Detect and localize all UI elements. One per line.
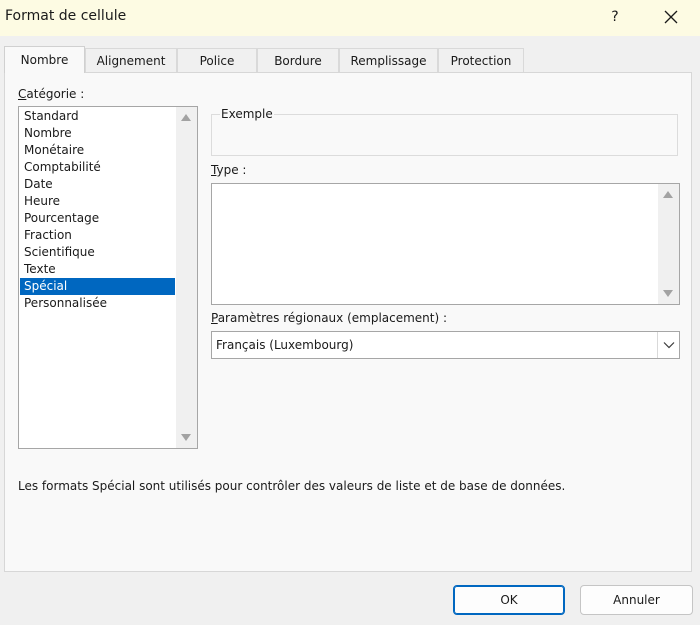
category-item-nombre[interactable]: Nombre xyxy=(20,125,175,142)
tab-nombre[interactable]: Nombre xyxy=(4,46,85,73)
type-label: Type : xyxy=(211,163,247,177)
title-bar: Format de cellule ? xyxy=(0,0,700,36)
scroll-down-arrow-icon[interactable] xyxy=(663,290,673,297)
scroll-down-arrow-icon[interactable] xyxy=(181,434,191,441)
locale-dropdown-button[interactable] xyxy=(657,332,679,358)
ok-button[interactable]: OK xyxy=(453,585,565,615)
category-item-special[interactable]: Spécial xyxy=(20,278,175,295)
scroll-up-arrow-icon[interactable] xyxy=(181,114,191,121)
locale-dropdown[interactable]: Français (Luxembourg) xyxy=(211,331,680,359)
category-item-standard[interactable]: Standard xyxy=(20,108,175,125)
locale-label: Paramètres régionaux (emplacement) : xyxy=(211,311,448,325)
type-list[interactable] xyxy=(211,183,680,305)
type-scrollbar[interactable] xyxy=(658,184,679,304)
tab-strip: Nombre Alignement Police Bordure Remplis… xyxy=(4,46,694,73)
cancel-button[interactable]: Annuler xyxy=(580,585,693,615)
help-button[interactable]: ? xyxy=(600,2,630,32)
example-group xyxy=(211,114,678,156)
category-label: Catégorie : xyxy=(18,87,85,101)
tab-panel-nombre: Catégorie : Standard Nombre Monétaire Co… xyxy=(4,72,692,572)
category-item-pourcentage[interactable]: Pourcentage xyxy=(20,210,175,227)
format-description: Les formats Spécial sont utilisés pour c… xyxy=(18,479,566,493)
close-button[interactable] xyxy=(656,2,686,32)
category-item-heure[interactable]: Heure xyxy=(20,193,175,210)
category-item-personnalisee[interactable]: Personnalisée xyxy=(20,295,175,312)
category-scrollbar[interactable] xyxy=(176,107,197,448)
category-list[interactable]: Standard Nombre Monétaire Comptabilité D… xyxy=(18,106,198,449)
tab-bordure[interactable]: Bordure xyxy=(257,48,339,72)
category-item-scientifique[interactable]: Scientifique xyxy=(20,244,175,261)
category-item-date[interactable]: Date xyxy=(20,176,175,193)
tab-remplissage[interactable]: Remplissage xyxy=(339,48,438,72)
example-label: Exemple xyxy=(220,107,274,121)
tab-police[interactable]: Police xyxy=(177,48,257,72)
dialog-title: Format de cellule xyxy=(5,8,127,24)
locale-value: Français (Luxembourg) xyxy=(216,338,354,352)
scroll-up-arrow-icon[interactable] xyxy=(663,191,673,198)
chevron-down-icon xyxy=(663,342,674,349)
category-item-comptabilite[interactable]: Comptabilité xyxy=(20,159,175,176)
category-item-texte[interactable]: Texte xyxy=(20,261,175,278)
dialog-body: Nombre Alignement Police Bordure Remplis… xyxy=(0,36,700,625)
close-icon xyxy=(664,10,678,24)
category-item-monetaire[interactable]: Monétaire xyxy=(20,142,175,159)
tab-protection[interactable]: Protection xyxy=(438,48,524,72)
tab-alignement[interactable]: Alignement xyxy=(85,48,177,72)
category-item-fraction[interactable]: Fraction xyxy=(20,227,175,244)
